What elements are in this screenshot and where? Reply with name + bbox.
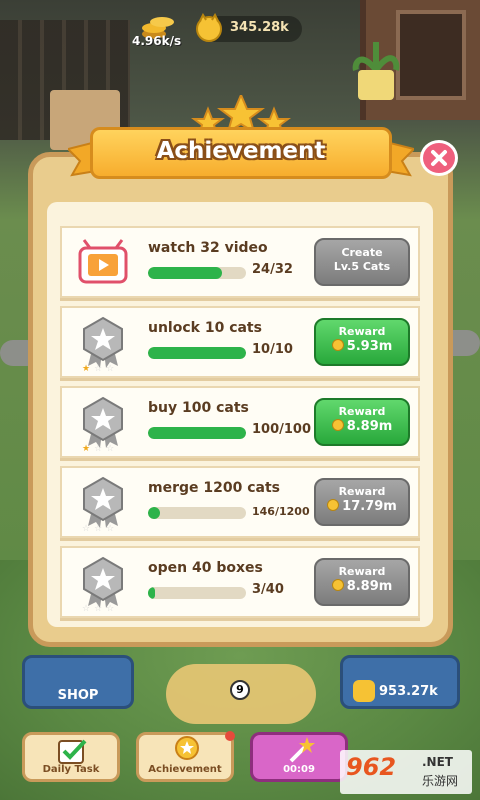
reward-amount: 17.79m	[316, 499, 408, 514]
progress-bar	[148, 507, 246, 519]
coin-icon	[327, 499, 340, 511]
achievement-title: merge 1200 cats	[148, 480, 280, 496]
dialog-header: Achievement	[68, 95, 414, 205]
reward-label: Reward	[338, 325, 386, 338]
progress-bar	[148, 347, 246, 359]
progress-text: 100/100	[252, 422, 312, 437]
reward-label: Reward	[338, 405, 386, 418]
progress-fill	[148, 267, 222, 279]
create-cats-button[interactable]: Create Lv.5 Cats	[314, 238, 410, 286]
progress-text: 3/40	[252, 582, 284, 597]
level-badge: 9	[230, 680, 250, 700]
game-screen: 4.96k/s 345.28k Achievement watch 32 vid…	[0, 0, 480, 800]
progress-fill	[148, 587, 156, 599]
reward-label: Reward	[338, 565, 386, 578]
create-level-label: Lv.5 Cats	[333, 260, 391, 273]
coin-icon	[331, 339, 344, 351]
title-banner: Achievement	[90, 127, 392, 179]
silver-medal-icon	[83, 316, 123, 368]
site-watermark: 962 .NET 乐游网	[340, 750, 472, 794]
reward-amount: 5.93m	[316, 339, 408, 354]
daily-task-label: Daily Task	[42, 764, 100, 775]
daily-task-button[interactable]: Daily Task	[22, 732, 120, 782]
watermark-net: .NET	[422, 755, 453, 769]
progress-text: 10/10	[252, 342, 293, 357]
reward-button[interactable]: Reward 8.89m	[314, 558, 410, 606]
reward-amount: 8.89m	[316, 419, 408, 434]
magic-wand-icon	[289, 737, 315, 763]
progress-text: 24/32	[252, 262, 293, 277]
coin-total-value: 345.28k	[230, 20, 289, 35]
star-rating: ★☆☆	[82, 364, 119, 374]
progress-bar	[148, 587, 246, 599]
silver-medal-icon	[83, 396, 123, 448]
background-window	[396, 10, 466, 100]
shop-button[interactable]: SHOP	[22, 655, 134, 709]
reward-button[interactable]: Reward 17.79m	[314, 478, 410, 526]
reward-label: Reward	[338, 485, 386, 498]
shop-label: SHOP	[57, 688, 99, 703]
money-value: 953.27k	[379, 684, 438, 699]
coin-icon	[331, 419, 344, 431]
close-icon	[431, 150, 447, 166]
progress-fill	[148, 347, 246, 359]
cat-coin-icon	[353, 680, 375, 702]
star-rating: ☆☆☆	[82, 524, 119, 534]
achievement-item: watch 32 video 24/32 Create Lv.5 Cats	[60, 226, 420, 298]
achievement-item: ☆☆☆ merge 1200 cats 146/1200 Reward 17.7…	[60, 466, 420, 538]
progress-text: 146/1200	[252, 505, 310, 518]
close-button[interactable]	[420, 140, 458, 176]
silver-medal-icon	[83, 556, 123, 608]
achievement-title: buy 100 cats	[148, 400, 249, 416]
video-icon	[78, 239, 128, 284]
coin-icon	[331, 579, 344, 591]
watermark-logo: 962	[346, 753, 397, 781]
reward-amount: 8.89m	[316, 579, 408, 594]
progress-fill	[148, 507, 160, 519]
star-rating: ☆☆☆	[82, 604, 119, 614]
progress-bar	[148, 267, 246, 279]
achievement-item: ☆☆☆ open 40 boxes 3/40 Reward 8.89m	[60, 546, 420, 618]
achievement-button[interactable]: Achievement	[136, 731, 235, 782]
achievement-title: open 40 boxes	[148, 560, 263, 576]
magic-wand-button[interactable]: 00:09	[250, 732, 348, 782]
income-rate: 4.96k/s	[132, 34, 182, 48]
achievement-title: unlock 10 cats	[148, 320, 262, 336]
plant-pot-icon	[352, 42, 400, 100]
notification-dot	[225, 731, 235, 741]
timer-label: 00:09	[283, 764, 315, 775]
achievement-item: ★☆☆ unlock 10 cats 10/10 Reward 5.93m	[60, 306, 420, 378]
cat-coin-icon	[196, 13, 222, 42]
reward-button[interactable]: Reward 8.89m	[314, 398, 410, 446]
create-label: Create	[341, 246, 383, 259]
money-button[interactable]: 953.27k	[340, 655, 460, 709]
coin-total: 345.28k	[196, 13, 302, 42]
progress-bar	[148, 427, 246, 439]
achievement-label: Achievement	[148, 764, 222, 775]
star-rating: ★☆☆	[82, 444, 119, 454]
reward-button[interactable]: Reward 5.93m	[314, 318, 410, 366]
checklist-icon	[58, 739, 87, 764]
medal-icon	[175, 736, 199, 760]
watermark-cn: 乐游网	[422, 774, 459, 788]
progress-fill	[148, 427, 246, 439]
achievement-item: ★☆☆ buy 100 cats 100/100 Reward 8.89m	[60, 386, 420, 458]
dialog-title: Achievement	[156, 138, 326, 164]
silver-medal-icon	[83, 476, 123, 528]
achievement-title: watch 32 video	[148, 240, 268, 256]
